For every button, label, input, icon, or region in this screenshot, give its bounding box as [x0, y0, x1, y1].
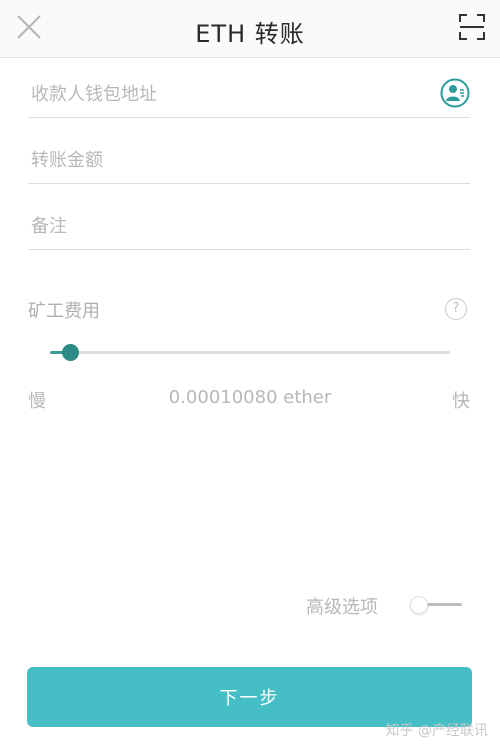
slider-track [50, 351, 450, 354]
memo-input[interactable] [31, 212, 431, 240]
next-step-button[interactable]: 下一步 [27, 667, 472, 727]
amount-input[interactable] [31, 146, 431, 174]
watermark: 知乎 @产经联讯 [385, 723, 488, 739]
amount-field [28, 126, 470, 184]
fast-label: 快 [452, 391, 470, 412]
advanced-options-label: 高级选项 [306, 597, 378, 618]
recipient-address-input[interactable] [31, 80, 431, 108]
fee-amount: 0.00010080 ether [168, 387, 332, 408]
top-bar: ETH 转账 [0, 0, 500, 58]
slider-thumb[interactable] [62, 344, 79, 361]
recipient-address-field [28, 60, 470, 118]
scan-button[interactable] [458, 13, 486, 41]
miner-fee-label: 矿工费用 [28, 301, 100, 322]
scan-icon [459, 14, 485, 40]
toggle-knob [410, 596, 428, 614]
help-icon[interactable]: ? [445, 298, 467, 320]
page-title: ETH 转账 [195, 20, 305, 48]
contacts-button[interactable] [440, 78, 470, 108]
memo-field [28, 192, 470, 250]
fee-slider[interactable] [50, 340, 450, 366]
contact-book-icon [440, 78, 470, 108]
advanced-options-toggle[interactable] [410, 594, 462, 616]
